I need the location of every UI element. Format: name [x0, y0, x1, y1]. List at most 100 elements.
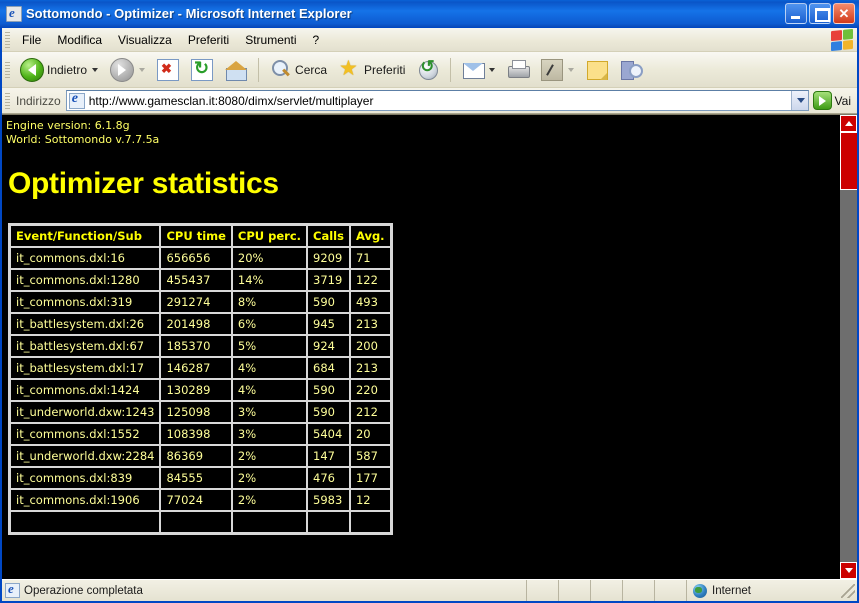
resize-grip[interactable]	[841, 583, 855, 598]
scrollbar-thumb[interactable]	[840, 132, 857, 190]
discuss-button[interactable]	[614, 55, 648, 85]
edit-dropdown-chevron-icon[interactable]	[568, 67, 575, 72]
table-cell: 84555	[161, 468, 231, 488]
table-cell: 200	[350, 336, 390, 356]
menu-help[interactable]: ?	[305, 30, 328, 50]
table-cell: it_underworld.dxw:2284	[11, 446, 160, 466]
table-cell: 5%	[232, 336, 307, 356]
title-bar: Sottomondo - Optimizer - Microsoft Inter…	[0, 0, 859, 27]
table-cell: 4%	[232, 358, 307, 378]
vertical-scrollbar[interactable]	[839, 115, 857, 579]
messenger-note-icon	[586, 59, 609, 81]
column-header-avg[interactable]: Avg.	[350, 226, 390, 246]
stop-button[interactable]	[151, 55, 185, 85]
menu-modifica[interactable]: Modifica	[49, 30, 110, 50]
forward-button[interactable]	[104, 55, 151, 85]
table-cell: 71	[350, 248, 390, 268]
table-cell: 5404	[308, 424, 349, 444]
table-cell: 476	[308, 468, 349, 488]
table-cell: it_battlesystem.dxl:26	[11, 314, 160, 334]
menu-preferiti[interactable]: Preferiti	[180, 30, 237, 50]
table-cell: 656656	[161, 248, 231, 268]
address-label: Indirizzo	[16, 93, 61, 108]
column-header-cpu-time[interactable]: CPU time	[161, 226, 231, 246]
table-head: Event/Function/Sub CPU time CPU perc. Ca…	[11, 226, 390, 246]
table-cell: 590	[308, 402, 349, 422]
window-app-icon	[6, 5, 22, 22]
status-bar: Operazione completata Internet	[2, 579, 857, 601]
scroll-up-button[interactable]	[840, 115, 857, 132]
address-url-text: http://www.gamesclan.it:8080/dimx/servle…	[88, 93, 374, 108]
go-arrow-icon	[812, 91, 832, 110]
menubar-grip[interactable]	[5, 31, 10, 48]
printer-icon	[507, 59, 531, 81]
menu-strumenti[interactable]: Strumenti	[237, 30, 304, 50]
address-bar: Indirizzo http://www.gamesclan.it:8080/d…	[2, 88, 857, 114]
back-dropdown-chevron-icon[interactable]	[92, 67, 99, 72]
home-button[interactable]	[219, 55, 253, 85]
close-button[interactable]: ✕	[833, 3, 855, 24]
search-label: Cerca	[295, 62, 328, 77]
table-cell: 587	[350, 446, 390, 466]
menu-visualizza[interactable]: Visualizza	[110, 30, 180, 50]
scroll-down-button[interactable]	[840, 562, 857, 579]
refresh-icon	[191, 58, 214, 81]
go-button[interactable]: Vai	[809, 91, 855, 110]
engine-version-line: Engine version: 6.1.8g	[6, 119, 130, 132]
page-title: Optimizer statistics	[8, 167, 279, 200]
mail-dropdown-chevron-icon[interactable]	[489, 67, 496, 72]
table-cell	[232, 512, 307, 532]
address-dropdown-button[interactable]	[790, 91, 808, 110]
table-row: it_commons.dxl:1280 455437 14% 3719 122	[11, 270, 390, 290]
maximize-button[interactable]	[809, 3, 831, 24]
star-icon	[339, 56, 361, 81]
column-header-event[interactable]: Event/Function/Sub	[11, 226, 160, 246]
addressbar-grip[interactable]	[5, 92, 10, 109]
table-cell: 122	[350, 270, 390, 290]
table-cell: it_battlesystem.dxl:67	[11, 336, 160, 356]
table-cell: 3%	[232, 424, 307, 444]
chevron-down-icon	[796, 98, 805, 103]
window-title: Sottomondo - Optimizer - Microsoft Inter…	[26, 6, 352, 21]
status-cell-5	[655, 580, 687, 601]
table-row: it_battlesystem.dxl:17 146287 4% 684 213	[11, 358, 390, 378]
address-input[interactable]: http://www.gamesclan.it:8080/dimx/servle…	[65, 90, 809, 111]
table-cell: 924	[308, 336, 349, 356]
messenger-button[interactable]	[580, 55, 614, 85]
edit-button[interactable]	[535, 55, 580, 85]
favorites-button[interactable]: Preferiti	[333, 55, 411, 85]
table-cell: 130289	[161, 380, 231, 400]
world-line: World: Sottomondo v.7.7.5a	[6, 133, 160, 146]
toolbar-separator	[258, 57, 260, 82]
column-header-calls[interactable]: Calls	[308, 226, 349, 246]
mail-button[interactable]	[456, 55, 501, 85]
back-button[interactable]: Indietro	[14, 55, 104, 85]
table-body: it_commons.dxl:16 656656 20% 9209 71 it_commo…	[11, 248, 390, 532]
status-message: Operazione completata	[24, 584, 143, 597]
history-button[interactable]	[411, 55, 445, 85]
print-button[interactable]	[501, 55, 535, 85]
table-cell: 493	[350, 292, 390, 312]
refresh-button[interactable]	[185, 55, 219, 85]
page-favicon-icon	[68, 91, 85, 109]
minimize-button[interactable]	[785, 3, 807, 24]
scrollbar-track[interactable]	[840, 132, 857, 562]
column-header-cpu-perc[interactable]: CPU perc.	[232, 226, 307, 246]
forward-dropdown-chevron-icon[interactable]	[139, 67, 146, 72]
table-row	[11, 512, 390, 532]
table-cell: 20%	[232, 248, 307, 268]
discuss-icon	[620, 59, 644, 81]
menu-file[interactable]: File	[14, 30, 49, 50]
search-button[interactable]: Cerca	[264, 55, 333, 85]
table-cell: it_underworld.dxw:1243	[11, 402, 160, 422]
table-cell: 2%	[232, 490, 307, 510]
table-cell: 8%	[232, 292, 307, 312]
table-row: it_commons.dxl:1424 130289 4% 590 220	[11, 380, 390, 400]
security-zone-indicator[interactable]: Internet	[687, 580, 857, 601]
table-cell: 213	[350, 358, 390, 378]
table-cell: 147	[308, 446, 349, 466]
table-cell: 212	[350, 402, 390, 422]
toolbar-grip[interactable]	[5, 61, 10, 78]
table-cell: 3%	[232, 402, 307, 422]
table-cell: 684	[308, 358, 349, 378]
